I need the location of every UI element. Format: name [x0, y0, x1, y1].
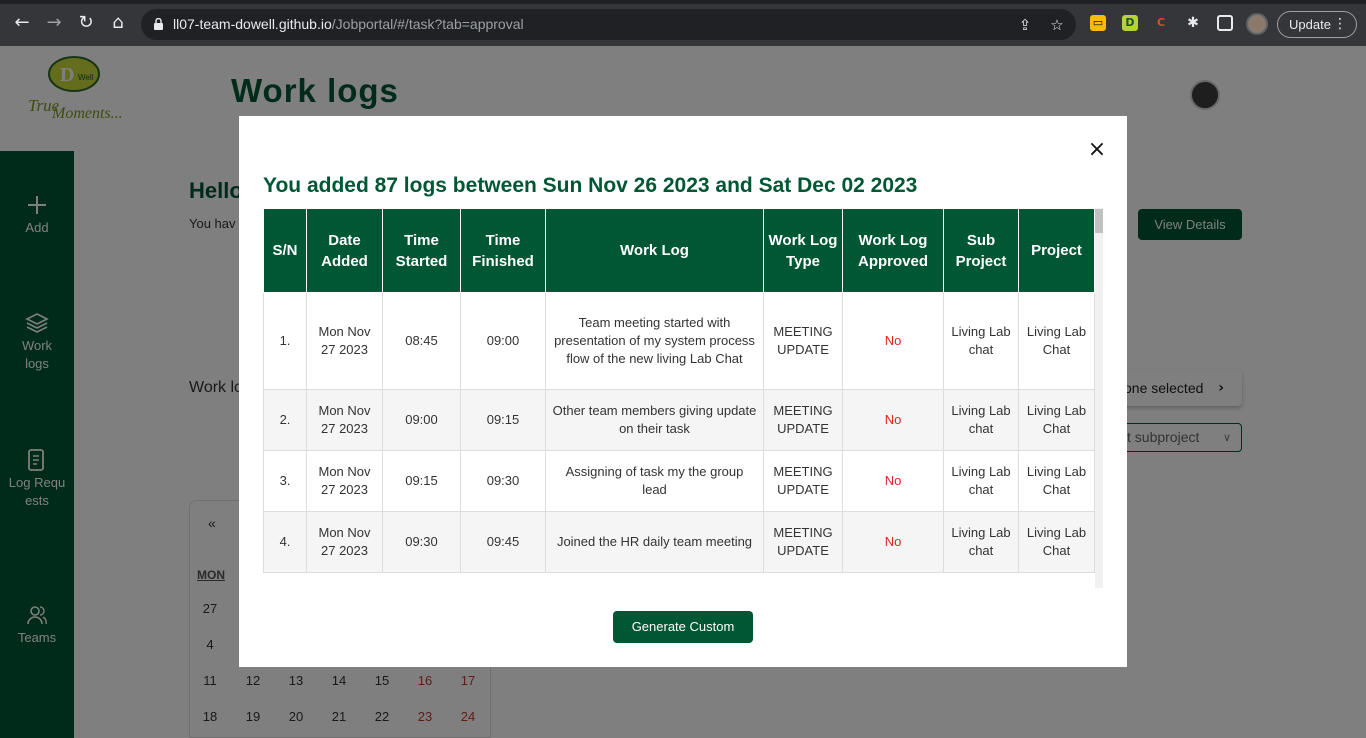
cell-project: Living Lab Chat	[1018, 292, 1095, 390]
cell-end: 09:15	[460, 389, 546, 451]
cell-log: Team meeting started with presentation o…	[545, 292, 764, 390]
sidepanel-icon[interactable]	[1217, 15, 1233, 31]
update-button[interactable]: Update ⋮	[1277, 11, 1357, 38]
puzzle-icon[interactable]: ✱	[1185, 15, 1201, 31]
cell-type: MEETING UPDATE	[763, 450, 843, 512]
work-logs-modal: × You added 87 logs between Sun Nov 26 2…	[239, 116, 1127, 667]
cell-date: Mon Nov 27 2023	[306, 389, 383, 451]
modal-title: You added 87 logs between Sun Nov 26 202…	[263, 174, 918, 197]
cell-subproject: Living Lab chat	[943, 292, 1019, 390]
extension-icon-3[interactable]: C	[1153, 15, 1169, 31]
cell-sn: 4.	[263, 511, 307, 573]
update-label: Update	[1289, 17, 1331, 32]
column-header: Time Started	[382, 208, 461, 293]
cell-start: 08:45	[382, 292, 461, 390]
cell-type: MEETING UPDATE	[763, 511, 843, 573]
table-row: 2. Mon Nov 27 2023 09:00 09:15 Other tea…	[263, 389, 1095, 451]
more-icon: ⋮	[1333, 16, 1347, 32]
table-header-row: S/N Date Added Time Started Time Finishe…	[263, 208, 1095, 293]
cell-start: 09:15	[382, 450, 461, 512]
home-icon[interactable]: ⌂	[108, 13, 128, 33]
forward-icon[interactable]: →	[44, 13, 64, 33]
cell-subproject: Living Lab chat	[943, 511, 1019, 573]
close-icon[interactable]: ×	[1087, 139, 1107, 161]
reload-icon[interactable]: ↻	[76, 13, 96, 33]
cell-approved: No	[842, 389, 944, 451]
cell-log: Other team members giving update on thei…	[545, 389, 764, 451]
cell-start: 09:00	[382, 389, 461, 451]
cell-date: Mon Nov 27 2023	[306, 511, 383, 573]
profile-avatar[interactable]	[1246, 13, 1268, 35]
cell-approved: No	[842, 450, 944, 512]
logs-table: S/N Date Added Time Started Time Finishe…	[263, 208, 1095, 573]
cell-project: Living Lab Chat	[1018, 511, 1095, 573]
extension-icon-2[interactable]: D	[1122, 15, 1138, 31]
cell-project: Living Lab Chat	[1018, 389, 1095, 451]
cell-end: 09:00	[460, 292, 546, 390]
extension-icon-1[interactable]: ▭	[1090, 15, 1106, 31]
tab-strip	[0, 0, 1366, 4]
logs-table-container[interactable]: S/N Date Added Time Started Time Finishe…	[263, 208, 1103, 588]
cell-date: Mon Nov 27 2023	[306, 450, 383, 512]
cell-subproject: Living Lab chat	[943, 389, 1019, 451]
back-icon[interactable]: ←	[12, 13, 32, 33]
cell-start: 09:30	[382, 511, 461, 573]
cell-log: Assigning of task my the group lead	[545, 450, 764, 512]
cell-sn: 1.	[263, 292, 307, 390]
generate-custom-button[interactable]: Generate Custom	[613, 611, 753, 643]
column-header: S/N	[263, 208, 307, 293]
cell-end: 09:30	[460, 450, 546, 512]
cell-log: Joined the HR daily team meeting	[545, 511, 764, 573]
table-row: 3. Mon Nov 27 2023 09:15 09:30 Assigning…	[263, 450, 1095, 512]
star-icon[interactable]: ☆	[1048, 16, 1066, 34]
cell-subproject: Living Lab chat	[943, 450, 1019, 512]
column-header: Project	[1018, 208, 1095, 293]
cell-type: MEETING UPDATE	[763, 389, 843, 451]
column-header: Work Log Type	[763, 208, 843, 293]
table-scrollbar[interactable]	[1095, 208, 1103, 588]
column-header: Sub Project	[943, 208, 1019, 293]
cell-date: Mon Nov 27 2023	[306, 292, 383, 390]
cell-type: MEETING UPDATE	[763, 292, 843, 390]
table-row: 4. Mon Nov 27 2023 09:30 09:45 Joined th…	[263, 511, 1095, 573]
browser-toolbar: ← → ↻ ⌂ ll07-team-dowell.github.io/Jobpo…	[0, 0, 1366, 46]
scrollbar-thumb[interactable]	[1095, 209, 1103, 233]
column-header: Work Log	[545, 208, 764, 293]
url-text: ll07-team-dowell.github.io/Jobportal/#/t…	[173, 16, 524, 32]
cell-approved: No	[842, 292, 944, 390]
share-icon[interactable]: ⇪	[1016, 16, 1034, 34]
cell-project: Living Lab Chat	[1018, 450, 1095, 512]
cell-sn: 3.	[263, 450, 307, 512]
column-header: Date Added	[306, 208, 383, 293]
lock-icon	[154, 18, 163, 30]
cell-approved: No	[842, 511, 944, 573]
column-header: Time Finished	[460, 208, 546, 293]
cell-sn: 2.	[263, 389, 307, 451]
cell-end: 09:45	[460, 511, 546, 573]
table-row: 1. Mon Nov 27 2023 08:45 09:00 Team meet…	[263, 292, 1095, 390]
url-path: /Jobportal/#/task?tab=approval	[331, 16, 524, 32]
address-bar[interactable]: ll07-team-dowell.github.io/Jobportal/#/t…	[141, 9, 1076, 40]
column-header: Work Log Approved	[842, 208, 944, 293]
url-host: ll07-team-dowell.github.io	[173, 16, 332, 32]
